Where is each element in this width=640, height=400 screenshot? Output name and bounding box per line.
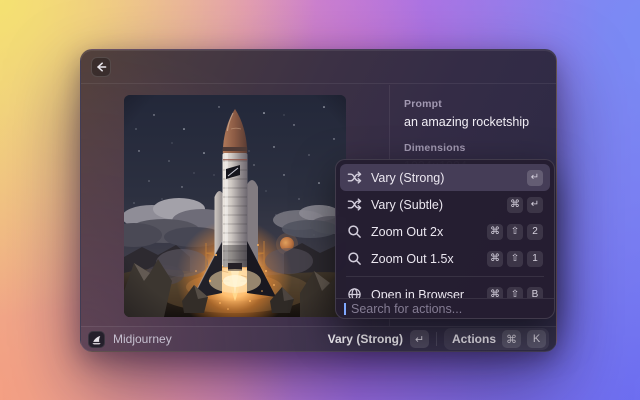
- desktop-background: { "window": { "back_icon": "arrow-left" …: [0, 0, 640, 400]
- key-b: B: [527, 287, 543, 299]
- search-placeholder: Search for actions...: [351, 302, 462, 316]
- app-chip: Midjourney: [88, 331, 172, 348]
- status-bar: Midjourney Vary (Strong) ↵ Actions ⌘ K: [81, 326, 556, 351]
- prompt-label: Prompt: [404, 98, 542, 110]
- menu-item-open-in-browser[interactable]: Open in Browser ⌘ ⇧ B: [340, 281, 550, 298]
- menu-item-vary-subtle[interactable]: Vary (Subtle) ⌘ ↵: [340, 191, 550, 218]
- menu-item-label: Vary (Subtle): [371, 198, 498, 212]
- actions-popover: Vary (Strong) ↵ Vary (Subtle) ⌘ ↵: [335, 159, 555, 319]
- menu-item-vary-strong[interactable]: Vary (Strong) ↵: [340, 164, 550, 191]
- shuffle-icon: [347, 170, 362, 185]
- window-header: [81, 50, 556, 84]
- app-name: Midjourney: [113, 332, 172, 346]
- key-shift: ⇧: [507, 287, 523, 299]
- actions-button-label: Actions: [452, 332, 496, 346]
- menu-separator: [346, 276, 544, 277]
- raycast-window: Prompt an amazing rocketship Dimensions …: [80, 49, 557, 352]
- menu-item-label: Zoom Out 1.5x: [371, 252, 478, 266]
- back-button[interactable]: [91, 57, 111, 77]
- shuffle-icon: [347, 197, 362, 212]
- primary-action-label: Vary (Strong): [328, 332, 403, 346]
- key-shift: ⇧: [507, 251, 523, 267]
- key-k: K: [527, 330, 546, 348]
- menu-item-zoom-out-2x[interactable]: Zoom Out 2x ⌘ ⇧ 2: [340, 218, 550, 245]
- menu-item-zoom-out-1-5x[interactable]: Zoom Out 1.5x ⌘ ⇧ 1: [340, 245, 550, 272]
- key-cmd: ⌘: [507, 197, 523, 213]
- key-cmd: ⌘: [487, 287, 503, 299]
- key-return: ↵: [410, 330, 429, 348]
- actions-search-input[interactable]: Search for actions...: [336, 298, 554, 318]
- generated-image: [124, 95, 346, 317]
- key-shift: ⇧: [507, 224, 523, 240]
- primary-action-hint[interactable]: Vary (Strong) ↵: [328, 330, 429, 348]
- status-bar-actions: Vary (Strong) ↵ Actions ⌘ K: [328, 328, 549, 350]
- dimensions-label: Dimensions: [404, 142, 542, 154]
- text-caret: [344, 303, 346, 315]
- actions-button[interactable]: Actions ⌘ K: [444, 328, 549, 350]
- actions-list: Vary (Strong) ↵ Vary (Subtle) ⌘ ↵: [336, 160, 554, 298]
- menu-item-label: Zoom Out 2x: [371, 225, 478, 239]
- prompt-value: an amazing rocketship: [404, 115, 542, 129]
- key-return: ↵: [527, 170, 543, 186]
- magnifier-icon: [347, 224, 362, 239]
- key-2: 2: [527, 224, 543, 240]
- key-1: 1: [527, 251, 543, 267]
- globe-icon: [347, 287, 362, 298]
- key-cmd: ⌘: [502, 330, 521, 348]
- rocket-image: [124, 95, 346, 317]
- menu-item-label: Open in Browser: [371, 288, 478, 299]
- menu-item-label: Vary (Strong): [371, 171, 518, 185]
- key-cmd: ⌘: [487, 251, 503, 267]
- midjourney-sailboat-icon: [88, 331, 105, 348]
- key-cmd: ⌘: [487, 224, 503, 240]
- magnifier-icon: [347, 251, 362, 266]
- divider: [436, 332, 437, 346]
- key-return: ↵: [527, 197, 543, 213]
- arrow-left-icon: [95, 61, 107, 73]
